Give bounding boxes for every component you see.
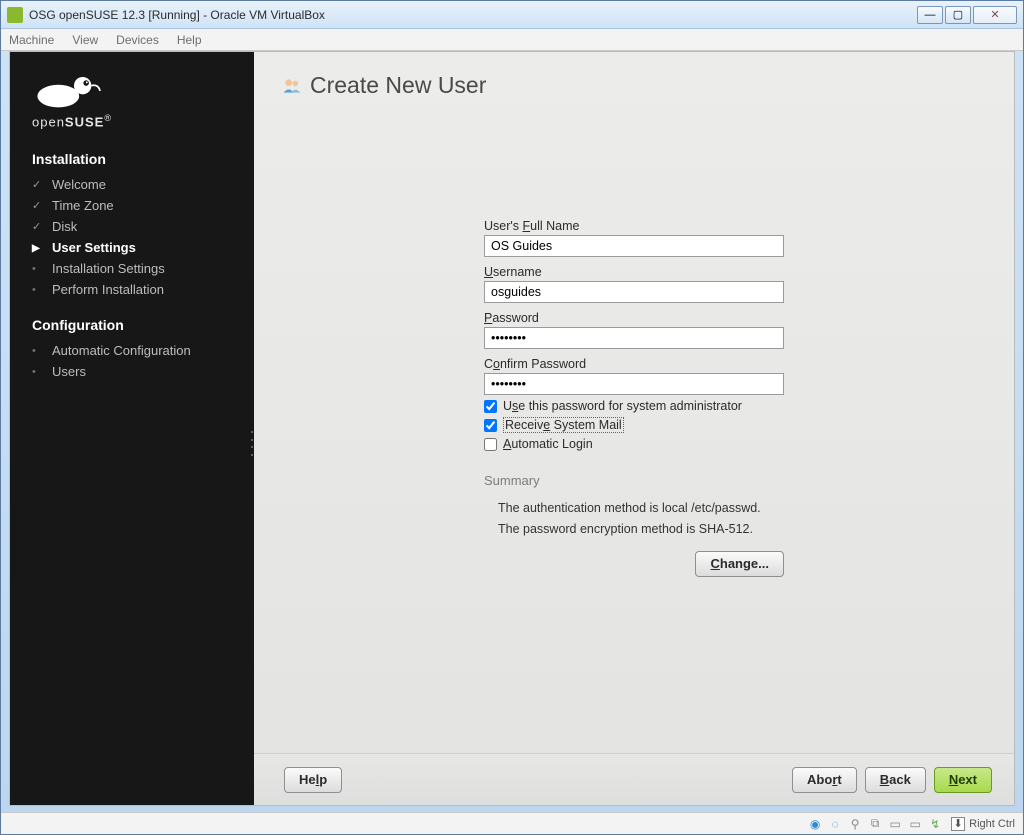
checkbox-autologin-label: Automatic Login: [503, 437, 593, 451]
section-heading-configuration: Configuration: [32, 317, 236, 333]
page-title: Create New User: [310, 72, 486, 99]
hostkey-label: Right Ctrl: [969, 818, 1015, 830]
vbox-statusbar: ◉ ◌ ⚲ ⧉ ▭ ▭ ↯ ⬇ Right Ctrl: [1, 812, 1023, 834]
checkbox-row-autologin[interactable]: Automatic Login: [484, 437, 784, 451]
username-label: Username: [484, 265, 784, 279]
fullname-input[interactable]: [484, 235, 784, 257]
sidebar-item-disk[interactable]: Disk: [32, 219, 236, 234]
installer-sidebar: openSUSE® Installation Welcome Time Zone…: [10, 52, 254, 805]
brand-text: openSUSE®: [32, 113, 236, 129]
window-titlebar[interactable]: OSG openSUSE 12.3 [Running] - Oracle VM …: [1, 1, 1023, 29]
status-usb-icon[interactable]: ⚲: [847, 817, 863, 831]
help-button[interactable]: Help: [284, 767, 342, 793]
status-display-icon[interactable]: ▭: [907, 817, 923, 831]
password-label: Password: [484, 311, 784, 325]
sidebar-item-users[interactable]: Users: [32, 364, 236, 379]
summary-line-encryption: The password encryption method is SHA-51…: [498, 519, 784, 540]
confirm-password-label: Confirm Password: [484, 357, 784, 371]
hostkey-arrow-icon: ⬇: [951, 817, 965, 831]
sidebar-item-perform-installation[interactable]: Perform Installation: [32, 282, 236, 297]
status-cd-icon[interactable]: ◌: [827, 817, 843, 831]
create-user-form: User's Full Name Username Password Confi…: [484, 219, 784, 577]
username-input[interactable]: [484, 281, 784, 303]
gecko-icon: [32, 70, 102, 110]
sidebar-item-timezone[interactable]: Time Zone: [32, 198, 236, 213]
fullname-label: User's Full Name: [484, 219, 784, 233]
menu-help[interactable]: Help: [177, 33, 202, 47]
install-steps-list: Welcome Time Zone Disk User Settings Ins…: [32, 177, 236, 297]
opensuse-logo: openSUSE®: [32, 70, 236, 129]
summary-heading: Summary: [484, 473, 784, 488]
summary-line-auth: The authentication method is local /etc/…: [498, 498, 784, 519]
window-title: OSG openSUSE 12.3 [Running] - Oracle VM …: [29, 8, 915, 22]
checkbox-sysmail-label: Receive System Mail: [503, 417, 624, 433]
section-heading-installation: Installation: [32, 151, 236, 167]
window-maximize-button[interactable]: ▢: [945, 6, 971, 24]
password-input[interactable]: [484, 327, 784, 349]
config-steps-list: Automatic Configuration Users: [32, 343, 236, 379]
wizard-button-bar: Help Abort Back Next: [254, 753, 1014, 805]
window-minimize-button[interactable]: —: [917, 6, 943, 24]
checkbox-autologin[interactable]: [484, 438, 497, 451]
status-network-icon[interactable]: ⧉: [867, 817, 883, 831]
status-mouse-integration-icon[interactable]: ↯: [927, 817, 943, 831]
checkbox-row-sysadmin[interactable]: Use this password for system administrat…: [484, 399, 784, 413]
window-close-button[interactable]: ✕: [973, 6, 1017, 24]
menu-view[interactable]: View: [72, 33, 98, 47]
menu-devices[interactable]: Devices: [116, 33, 159, 47]
checkbox-sysadmin-label: Use this password for system administrat…: [503, 399, 742, 413]
next-button[interactable]: Next: [934, 767, 992, 793]
hostkey-indicator[interactable]: ⬇ Right Ctrl: [951, 817, 1015, 831]
sidebar-item-user-settings[interactable]: User Settings: [32, 240, 236, 255]
sidebar-item-installation-settings[interactable]: Installation Settings: [32, 261, 236, 276]
guest-display: openSUSE® Installation Welcome Time Zone…: [9, 51, 1015, 806]
sidebar-item-auto-config[interactable]: Automatic Configuration: [32, 343, 236, 358]
confirm-password-input[interactable]: [484, 373, 784, 395]
status-hdd-icon[interactable]: ◉: [807, 817, 823, 831]
checkbox-sysadmin[interactable]: [484, 400, 497, 413]
vbox-menubar: Machine View Devices Help: [1, 29, 1023, 51]
sidebar-item-welcome[interactable]: Welcome: [32, 177, 236, 192]
virtualbox-app-icon: [7, 7, 23, 23]
summary-body: The authentication method is local /etc/…: [484, 498, 784, 541]
checkbox-row-sysmail[interactable]: Receive System Mail: [484, 417, 784, 433]
abort-button[interactable]: Abort: [792, 767, 857, 793]
status-shared-folders-icon[interactable]: ▭: [887, 817, 903, 831]
checkbox-sysmail[interactable]: [484, 419, 497, 432]
virtualbox-window: OSG openSUSE 12.3 [Running] - Oracle VM …: [0, 0, 1024, 835]
change-button[interactable]: Change...: [695, 551, 784, 577]
installer-content: Create New User User's Full Name Usernam…: [254, 52, 1014, 805]
users-icon: [282, 77, 302, 95]
menu-machine[interactable]: Machine: [9, 33, 54, 47]
back-button[interactable]: Back: [865, 767, 926, 793]
